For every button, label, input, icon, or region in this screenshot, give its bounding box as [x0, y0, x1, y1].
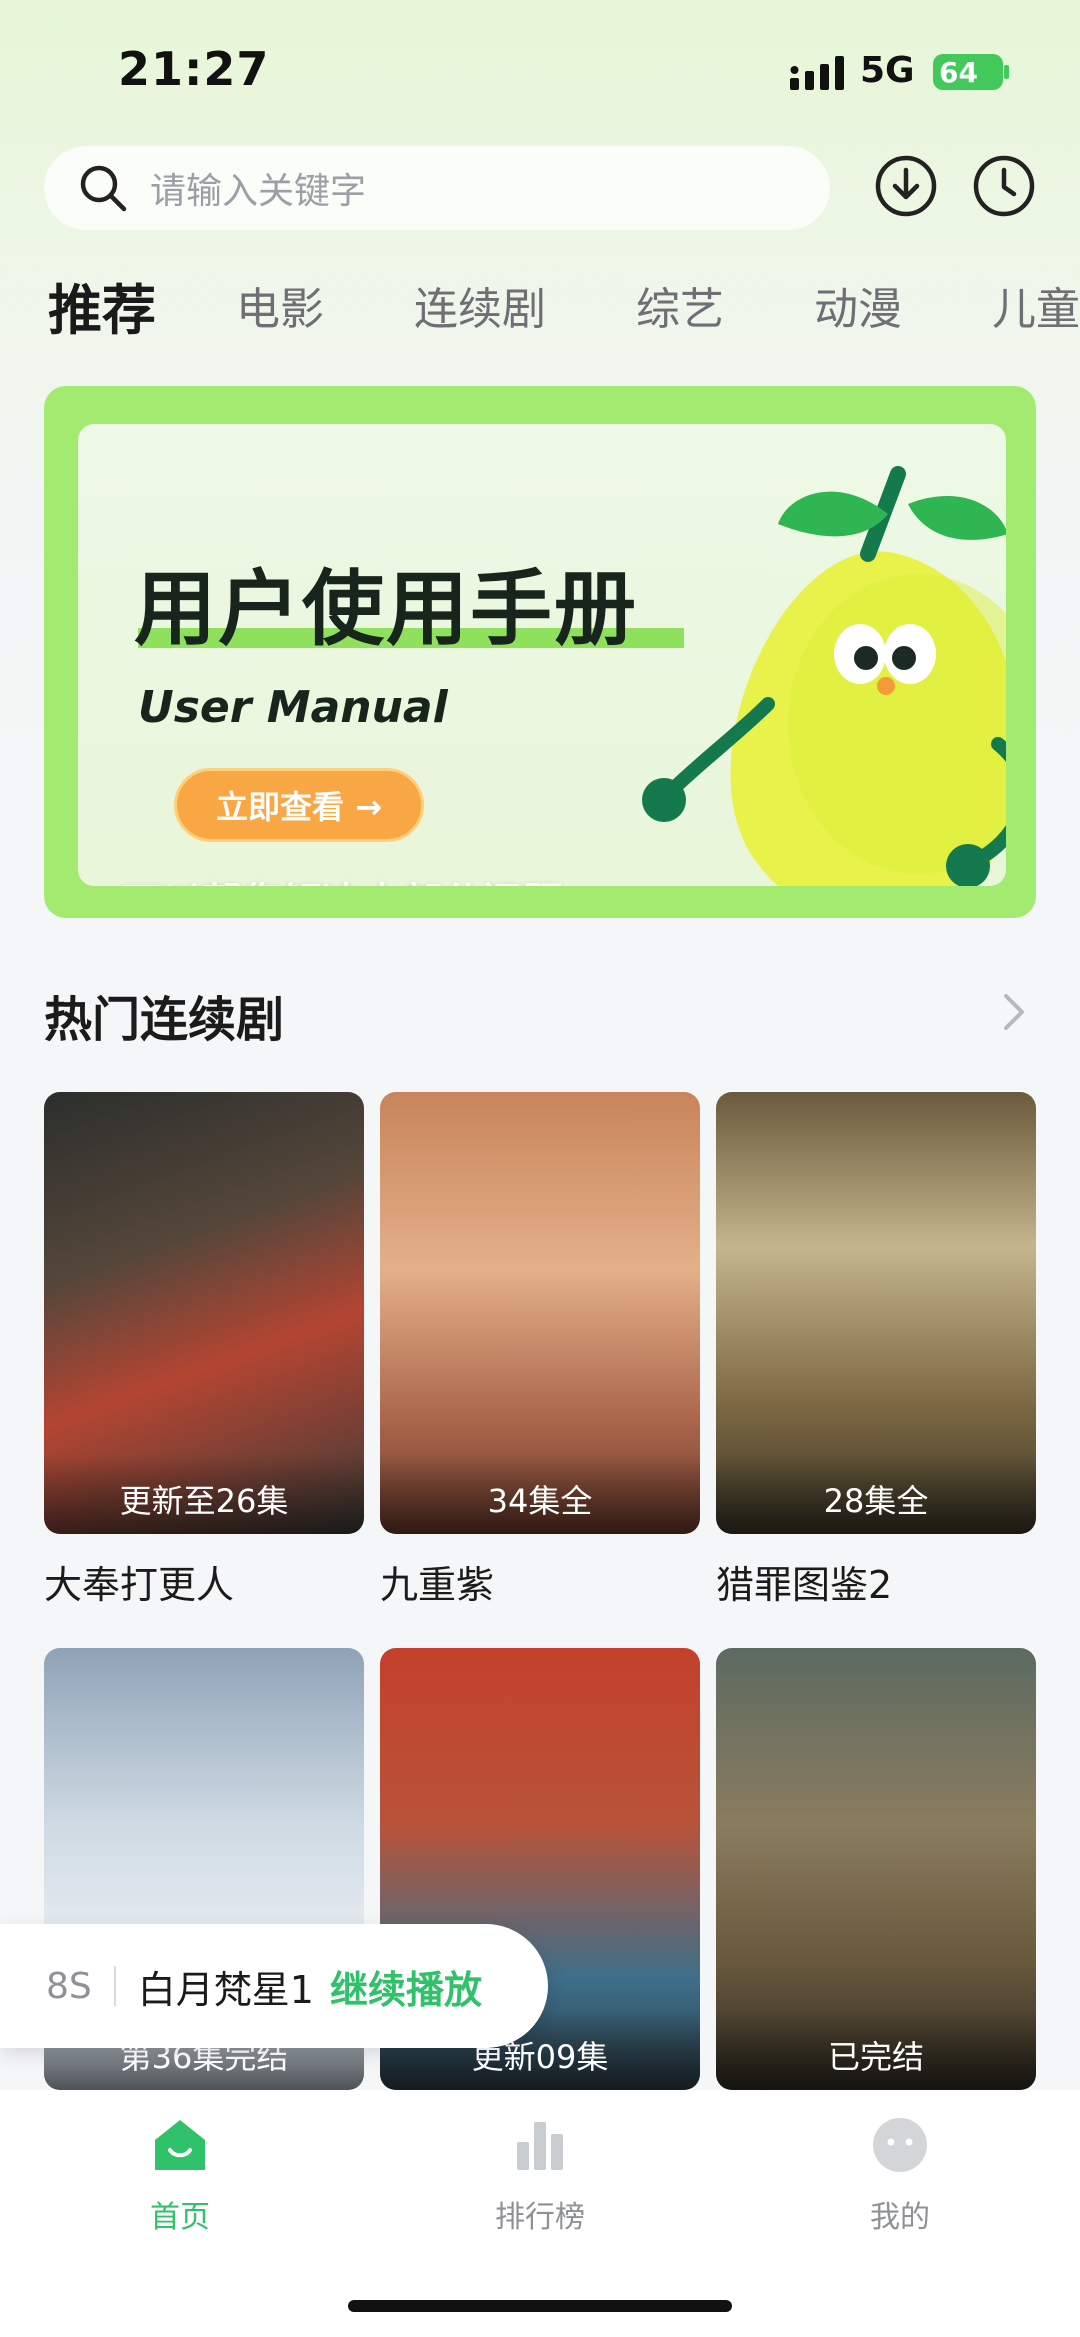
user-manual-banner[interactable]: 用户使用手册 User Manual 立即查看 → 可以帮您解决大部分问题 [44, 386, 1036, 918]
network-type: 5G [860, 50, 915, 91]
poster-image: 更新至26集 [44, 1092, 364, 1534]
divider [113, 1966, 116, 2006]
battery-indicator: 64 [933, 54, 1003, 90]
continue-title: 白月梵星1 [137, 1967, 314, 2012]
banner-caption: 可以帮您解决大部分问题 [122, 870, 562, 886]
view-now-button[interactable]: 立即查看 → [174, 768, 424, 842]
download-icon[interactable] [874, 154, 938, 218]
poster-image: 28集全 [716, 1092, 1036, 1534]
battery-tip [1004, 65, 1009, 79]
banner-subtitle: User Manual [138, 682, 448, 733]
nav-label: 排行榜 [495, 2200, 585, 2235]
episode-badge: 28集全 [716, 1454, 1036, 1534]
profile-icon [873, 2118, 927, 2172]
drama-title: 猎罪图鉴2 [716, 1563, 893, 1607]
continue-time: 8S [46, 1965, 92, 2007]
episode-badge: 已完结 [716, 2010, 1036, 2090]
nav-home[interactable]: 首页 [80, 2116, 280, 2236]
home-icon [155, 2120, 205, 2170]
continue-watching-bar[interactable]: 8S 白月梵星1 继续播放 [0, 1924, 548, 2048]
history-icon[interactable] [972, 154, 1036, 218]
home-indicator[interactable] [348, 2300, 732, 2312]
nav-profile[interactable]: 我的 [800, 2116, 1000, 2236]
status-time: 21:27 [118, 42, 270, 96]
status-bar: 21:27 5G 64 [0, 0, 1080, 140]
nav-label: 首页 [150, 2200, 210, 2235]
tab-variety[interactable]: 综艺 [636, 273, 724, 337]
nav-label: 我的 [870, 2200, 930, 2235]
banner-inner: 用户使用手册 User Manual 立即查看 → 可以帮您解决大部分问题 [78, 424, 1006, 886]
signal-icon [790, 56, 844, 90]
episode-badge: 更新至26集 [44, 1454, 364, 1534]
section-title: 热门连续剧 [44, 992, 285, 1048]
poster-image: 34集全 [380, 1092, 700, 1534]
tab-movies[interactable]: 电影 [236, 273, 324, 337]
battery-level: 64 [939, 55, 978, 89]
tab-series[interactable]: 连续剧 [414, 273, 546, 337]
drama-title: 大奉打更人 [44, 1563, 235, 1607]
drama-title: 九重紫 [380, 1563, 495, 1607]
nav-ranking[interactable]: 排行榜 [440, 2116, 640, 2236]
banner-title: 用户使用手册 [134, 562, 639, 657]
search-placeholder: 请输入关键字 [150, 171, 367, 212]
episode-badge: 34集全 [380, 1454, 700, 1534]
tab-anime[interactable]: 动漫 [814, 273, 902, 337]
search-input[interactable]: 请输入关键字 [44, 146, 830, 230]
chevron-right-icon[interactable] [996, 986, 1032, 1038]
search-icon [80, 165, 127, 212]
continue-play-button[interactable]: 继续播放 [330, 1959, 482, 2014]
ranking-icon [517, 2122, 563, 2170]
category-tabs: 推荐 电影 连续剧 综艺 动漫 儿童 [48, 270, 1080, 342]
tab-kids[interactable]: 儿童 [992, 273, 1080, 337]
poster-image: 已完结 [716, 1648, 1036, 2090]
mascot-illustration [642, 466, 1006, 886]
tab-recommended[interactable]: 推荐 [48, 266, 156, 345]
